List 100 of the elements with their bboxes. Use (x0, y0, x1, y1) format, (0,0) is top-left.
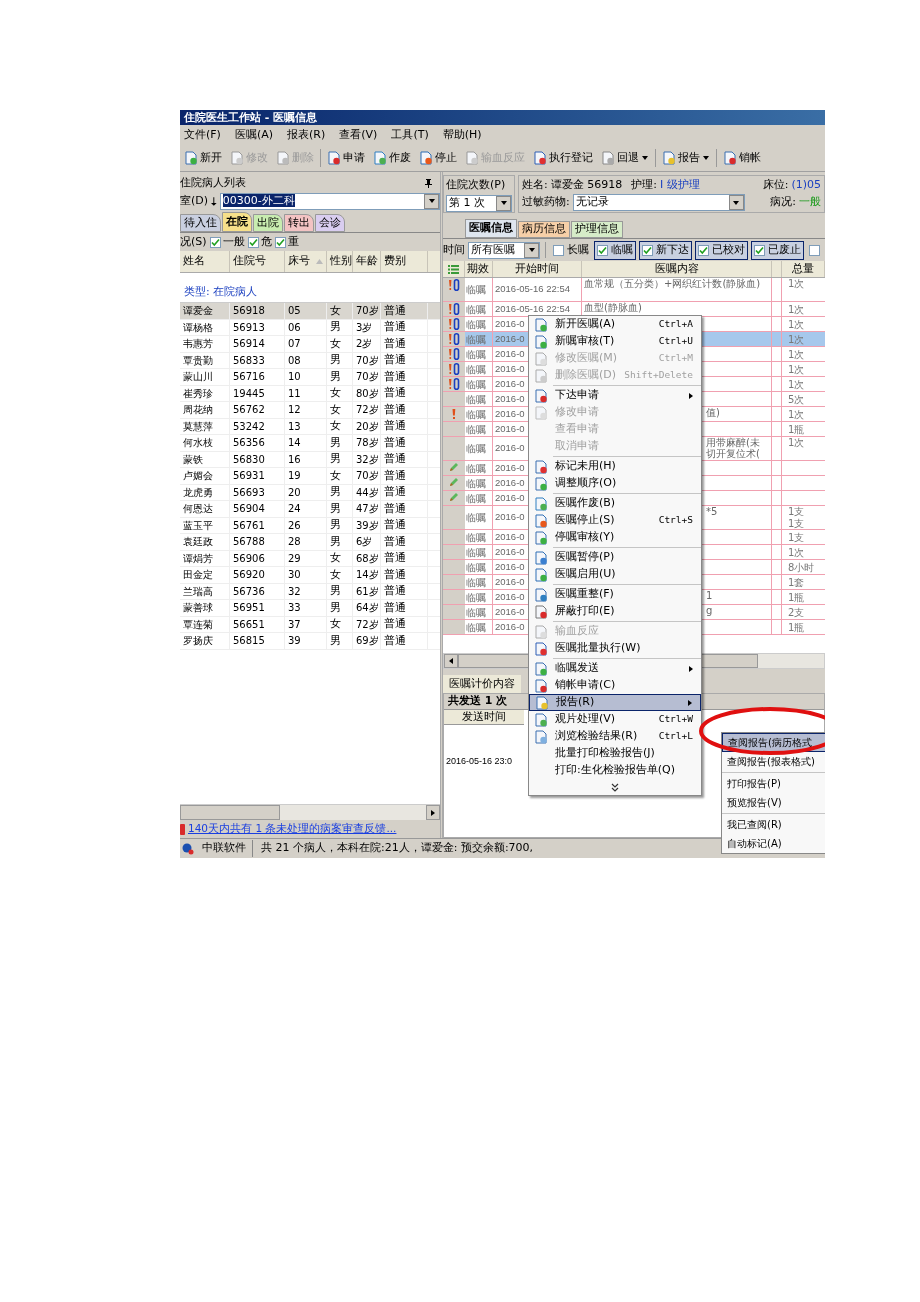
table-cell: 39 (285, 633, 327, 649)
bed-number: (1)05 (791, 176, 821, 193)
table-cell: 11 (285, 385, 327, 401)
table-cell: 56736 (230, 583, 285, 599)
table-cell: 2016-05-16 22:54 (495, 282, 570, 297)
table-cell-text: 2016-0 (495, 361, 525, 376)
field-label: 况(S) (180, 233, 207, 250)
table-cell-text: 临嘱 (466, 476, 486, 491)
table-cell-text: 1次 (787, 378, 806, 392)
table-cell: *5 (706, 506, 718, 517)
table-cell: 普通 (381, 484, 428, 500)
table-cell: 男 (327, 484, 353, 500)
table-cell-text: 临嘱 (466, 620, 486, 635)
table-cell-text: 临嘱 (466, 575, 486, 590)
table-cell: 崔秀珍 (180, 385, 230, 401)
table-cell-text: 1套 (787, 576, 806, 590)
table-cell-text: 1次 (787, 333, 806, 347)
field-label: 过敏药物: (522, 194, 570, 211)
table-cell: 普通 (381, 369, 428, 385)
table-cell: 普通 (381, 402, 428, 418)
table-cell: 37 (285, 616, 327, 632)
table-cell: 69岁 (353, 633, 381, 649)
table-cell: 6岁 (353, 534, 381, 550)
table-cell: 2岁 (353, 336, 381, 352)
table-cell: 56920 (230, 567, 285, 583)
table-cell: 10 (285, 369, 327, 385)
table-cell: 韦惠芳 (180, 336, 230, 352)
table-cell: 女 (327, 402, 353, 418)
table-cell: 12 (285, 402, 327, 418)
table-cell-text: 2016-0 (495, 346, 525, 361)
table-cell: 44岁 (353, 484, 381, 500)
table-cell: 罗扬庆 (180, 633, 230, 649)
panel-title: 住院病人列表 (180, 174, 246, 191)
table-cell-text: 2016-0 (495, 604, 525, 619)
table-cell: 血型(静脉血) (584, 302, 642, 313)
field-label: 护理: (631, 176, 657, 193)
table-cell: 女 (327, 385, 353, 401)
table-cell: 1 (706, 590, 713, 601)
table-cell: 47岁 (353, 501, 381, 517)
table-cell: 56716 (230, 369, 285, 385)
table-cell: 女 (327, 567, 353, 583)
table-cell-text: 临嘱 (466, 392, 486, 407)
table-cell: 谭焆芳 (180, 550, 230, 566)
table-cell: 61岁 (353, 583, 381, 599)
table-cell: 莫慧萍 (180, 418, 230, 434)
table-cell: 56914 (230, 336, 285, 352)
table-cell-text: 1次 (787, 437, 806, 449)
table-cell-text: 用带麻醉(未切开复位术( (706, 437, 761, 459)
table-cell-text: 2016-0 (495, 391, 525, 406)
table-cell: 70岁 (353, 303, 381, 319)
table-cell: 女 (327, 550, 353, 566)
table-cell: 14 (285, 435, 327, 451)
table-cell-text: 1次 (787, 303, 806, 317)
table-cell: 男 (327, 319, 353, 335)
table-cell: 女 (327, 336, 353, 352)
table-cell-text: 1瓶 (787, 591, 806, 605)
table-cell: 普通 (381, 418, 428, 434)
checkbox-label: 已废止 (768, 241, 801, 258)
table-cell: 蓝玉平 (180, 517, 230, 533)
table-cell-text: 2016-05-16 22:54 (495, 301, 570, 316)
table-cell-text: 临嘱 (466, 332, 486, 347)
table-cell: 29 (285, 550, 327, 566)
table-cell: 普通 (381, 352, 428, 368)
table-cell: 2016-0 (495, 441, 525, 456)
table-cell-text: 2016-0 (495, 589, 525, 604)
table-cell: 32岁 (353, 451, 381, 467)
table-cell: 72岁 (353, 616, 381, 632)
table-cell: 普通 (381, 319, 428, 335)
table-cell: 30 (285, 567, 327, 583)
table-cell: 53242 (230, 418, 285, 434)
table-cell-text: 临嘱 (466, 377, 486, 392)
checkbox-label: 临嘱 (611, 241, 633, 258)
table-cell: 64岁 (353, 600, 381, 616)
table-cell: 蒙善球 (180, 600, 230, 616)
table-cell-text: 2016-0 (495, 619, 525, 634)
table-cell-text: 2016-0 (495, 544, 525, 559)
table-cell: 08 (285, 352, 327, 368)
table-cell: 普通 (381, 468, 428, 484)
table-cell: 56833 (230, 352, 285, 368)
table-cell: 普通 (381, 303, 428, 319)
table-cell: 普通 (381, 583, 428, 599)
table-cell: 33 (285, 600, 327, 616)
table-cell: 男 (327, 369, 353, 385)
table-cell: 56761 (230, 517, 285, 533)
table-cell: 覃连菊 (180, 616, 230, 632)
field-label: 病况: (770, 194, 796, 211)
table-cell: 56693 (230, 484, 285, 500)
table-cell-text: 临嘱 (466, 422, 486, 437)
table-cell-text: 临嘱 (466, 530, 486, 545)
table-cell-text: 1瓶 (787, 423, 806, 437)
table-cell: 普通 (381, 435, 428, 451)
condition-value: 一般 (799, 194, 821, 211)
table-cell-text: 临嘱 (466, 317, 486, 332)
table-cell: 07 (285, 336, 327, 352)
table-cell-text: 2支 (787, 606, 806, 620)
table-cell-text: 临嘱 (466, 491, 486, 506)
table-cell: 谭爱金 (180, 303, 230, 319)
table-cell: 蒙铁 (180, 451, 230, 467)
table-cell-text: 2016-0 (495, 574, 525, 589)
table-cell: 2016-0 (495, 510, 525, 525)
